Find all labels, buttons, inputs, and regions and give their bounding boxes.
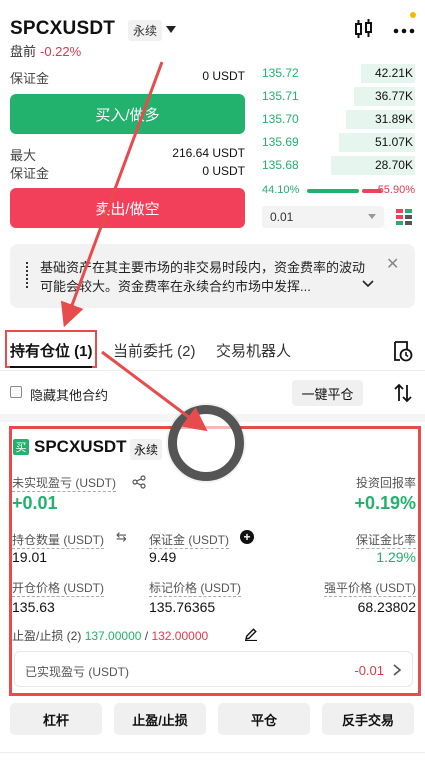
margin-value: 0 USDT — [202, 69, 245, 83]
sell-short-button[interactable]: 卖出/做空 — [10, 188, 245, 228]
tab-positions[interactable]: 持有仓位 (1) — [10, 340, 93, 361]
bid-quantity: 28.70K — [374, 158, 413, 172]
symbol-dropdown-icon[interactable] — [166, 26, 176, 33]
share-icon[interactable] — [132, 475, 146, 489]
margin-label: 保证金 — [10, 71, 50, 86]
order-book: 135.72 42.21K 135.71 36.77K 135.70 31.89… — [262, 62, 415, 177]
bid-price: 135.69 — [262, 135, 299, 149]
funding-rate-notice: 基础资产在其主要市场的非交易时段内，资金费率的波动可能会较大。资金费率在永续合约… — [10, 244, 415, 308]
notification-dot — [410, 12, 416, 18]
session-status: 盘前 -0.22% — [10, 41, 81, 60]
session-label: 盘前 — [10, 44, 37, 59]
position-symbol[interactable]: SPCXUSDT — [34, 437, 127, 457]
order-book-row[interactable]: 135.70 31.89K — [262, 108, 415, 131]
bid-quantity: 36.77K — [374, 89, 413, 103]
position-size-value: 19.01 — [12, 549, 48, 565]
position-contract-type: 永续 — [130, 439, 163, 460]
liquidation-price-value: 68.23802 — [357, 599, 416, 615]
realized-pnl-row[interactable]: 已实现盈亏 (USDT) -0.01 — [14, 651, 413, 687]
take-profit-value: 137.00000 — [84, 629, 142, 643]
leverage-button[interactable]: 杠杆 — [10, 703, 102, 735]
margin-value: 9.49 — [149, 549, 177, 565]
bid-price: 135.71 — [262, 89, 299, 103]
margin-value-2: 0 USDT — [202, 164, 245, 178]
divider — [0, 370, 425, 371]
order-book-row[interactable]: 135.68 28.70K — [262, 154, 415, 177]
entry-price-label[interactable]: 开仓价格 (USDT) — [12, 579, 104, 597]
tp-sl-separator: / — [144, 629, 149, 643]
close-position-button[interactable]: 平仓 — [218, 703, 310, 735]
realized-pnl-value: -0.01 — [354, 663, 384, 678]
candlestick-chart-icon[interactable] — [353, 19, 375, 39]
order-book-row[interactable]: 135.69 51.07K — [262, 131, 415, 154]
notice-marker — [26, 262, 28, 288]
bid-price: 135.72 — [262, 66, 299, 80]
tp-sl-label: 止盈/止损 (2) — [12, 629, 82, 643]
more-options-icon[interactable] — [392, 18, 416, 40]
margin-ratio-value: 1.29% — [376, 549, 416, 565]
liquidation-price-label[interactable]: 强平价格 (USDT) — [324, 579, 416, 597]
max-value: 216.64 USDT — [172, 146, 245, 160]
sort-icon[interactable] — [392, 382, 414, 404]
precision-select[interactable]: 0.01 — [262, 206, 384, 228]
precision-value: 0.01 — [270, 210, 294, 224]
symbol-title[interactable]: SPCXUSDT — [10, 18, 115, 40]
loading-spinner — [168, 405, 244, 481]
buy-sell-ratio: 44.10% 55.90% — [262, 184, 415, 198]
reverse-trade-button[interactable]: 反手交易 — [322, 703, 414, 735]
tp-sl-row: 止盈/止损 (2) 137.00000 / 132.00000 — [12, 627, 208, 644]
chevron-down-icon — [368, 214, 376, 219]
hide-other-checkbox[interactable] — [10, 386, 22, 398]
active-tab-indicator — [10, 366, 92, 368]
header: SPCXUSDT 永续 盘前 -0.22% — [10, 12, 416, 60]
entry-price-value: 135.63 — [12, 599, 55, 615]
chevron-down-icon[interactable] — [362, 278, 374, 290]
add-margin-icon[interactable]: + — [240, 530, 254, 544]
close-icon[interactable]: ✕ — [386, 254, 399, 274]
long-side-badge: 买 — [13, 439, 29, 455]
stop-loss-value: 132.00000 — [151, 629, 209, 643]
tab-open-orders[interactable]: 当前委托 (2) — [113, 340, 196, 361]
margin-ratio-label[interactable]: 保证金比率 — [355, 531, 416, 549]
margin-label-2: 保证金 — [10, 166, 50, 181]
roi-label: 投资回报率 — [355, 476, 416, 490]
price-change: -0.22% — [40, 44, 82, 59]
bid-price: 135.70 — [262, 112, 299, 126]
realized-pnl-label: 已实现盈亏 (USDT) — [25, 665, 129, 679]
bid-quantity: 42.21K — [374, 66, 413, 80]
bid-quantity: 51.07K — [374, 135, 413, 149]
position-size-label[interactable]: 持仓数量 (USDT) — [12, 531, 104, 549]
tab-trading-bots[interactable]: 交易机器人 — [216, 340, 291, 361]
hide-other-label: 隐藏其他合约 — [30, 388, 109, 403]
unrealized-pnl-value: +0.01 — [12, 493, 58, 513]
bid-price: 135.68 — [262, 158, 299, 172]
tp-sl-button[interactable]: 止盈/止损 — [114, 703, 206, 735]
bid-quantity: 31.89K — [374, 112, 413, 126]
margin-label[interactable]: 保证金 (USDT) — [149, 531, 229, 549]
mark-price-label[interactable]: 标记价格 (USDT) — [149, 579, 241, 597]
divider — [0, 752, 425, 753]
buy-long-button[interactable]: 买入/做多 — [10, 94, 245, 134]
contract-type-tag: 永续 — [128, 20, 163, 41]
mark-price-value: 135.76365 — [149, 599, 216, 615]
buy-ratio-bar — [307, 189, 359, 193]
buy-ratio: 44.10% — [262, 184, 300, 196]
position-tabs: 持有仓位 (1) 当前委托 (2) 交易机器人 — [0, 330, 425, 370]
order-book-row[interactable]: 135.72 42.21K — [262, 62, 415, 85]
close-all-button[interactable]: 一键平仓 — [292, 380, 363, 406]
sell-ratio: 55.90% — [377, 184, 415, 196]
unrealized-pnl-label[interactable]: 未实现盈亏 (USDT) — [12, 474, 116, 492]
order-book-row[interactable]: 135.71 36.77K — [262, 85, 415, 108]
swap-units-icon[interactable]: ⇆ — [116, 529, 127, 545]
order-book-mode-icon[interactable] — [395, 208, 413, 226]
roi-value: +0.19% — [354, 493, 416, 513]
notice-text: 基础资产在其主要市场的非交易时段内，资金费率的波动可能会较大。资金费率在永续合约… — [40, 260, 366, 294]
edit-icon[interactable] — [244, 627, 258, 641]
history-icon[interactable] — [391, 340, 413, 362]
chevron-right-icon — [393, 664, 402, 676]
max-label: 最大 — [10, 148, 37, 163]
